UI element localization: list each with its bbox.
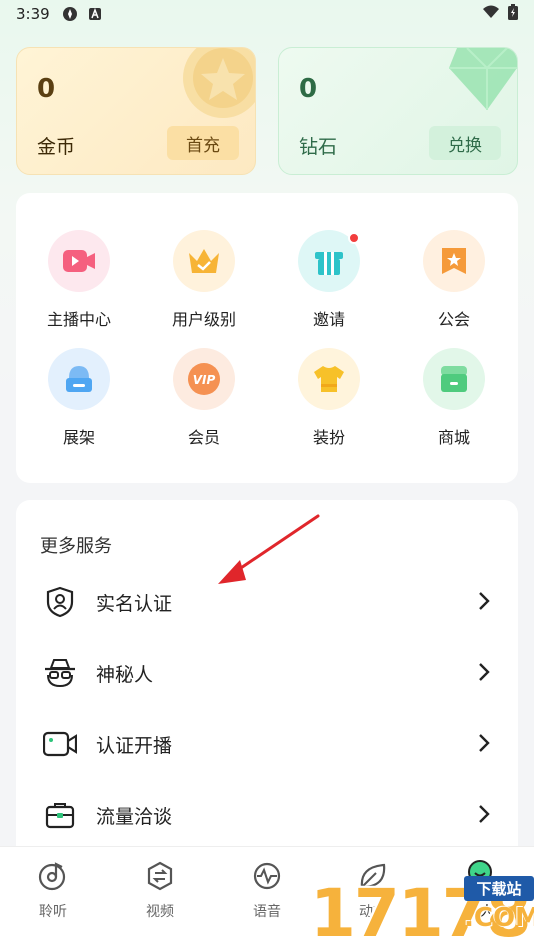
tshirt-icon: [298, 348, 360, 410]
video-switch-icon: [143, 859, 177, 893]
feature-label: 会员: [187, 428, 220, 447]
music-disc-icon: [36, 859, 70, 893]
leaf-icon: [356, 859, 390, 893]
service-label: 实名认证: [96, 592, 173, 615]
service-mystery-person[interactable]: 神秘人: [16, 643, 518, 703]
feature-membership[interactable]: VIP 会员: [149, 348, 259, 448]
service-label: 认证开播: [96, 734, 173, 757]
first-recharge-button[interactable]: 首充: [167, 126, 239, 160]
sync-icon: [62, 6, 78, 22]
gift-icon: [298, 230, 360, 292]
feature-label: 公会: [437, 310, 470, 329]
coins-label: 金币: [37, 136, 76, 158]
vip-icon: VIP: [173, 348, 235, 410]
tab-voice[interactable]: 语音: [227, 859, 307, 921]
more-services-card: 更多服务 实名认证 神秘人 认证开播 流量洽谈: [16, 500, 518, 846]
tab-label: 动态: [359, 904, 387, 920]
exchange-button[interactable]: 兑换: [429, 126, 501, 160]
chevron-right-icon: [479, 663, 490, 681]
status-time: 3:39: [16, 5, 50, 23]
coins-card[interactable]: 0 金币 首充: [16, 47, 256, 175]
app-notification-icon: [88, 7, 102, 21]
chevron-right-icon: [479, 592, 490, 610]
profile-icon: [463, 859, 497, 893]
service-label: 神秘人: [96, 663, 154, 686]
service-label: 流量洽谈: [96, 805, 173, 828]
diamond-decoration-icon: [449, 48, 517, 110]
features-grid: 主播中心 用户级别 邀请 公会 展架 VIP 会员 装扮 商城: [16, 193, 518, 483]
feature-shelf[interactable]: 展架: [24, 348, 134, 448]
battery-icon: [508, 4, 518, 24]
mystery-person-icon: [42, 655, 78, 691]
crown-icon: [173, 230, 235, 292]
feature-label: 商城: [437, 428, 470, 447]
feature-label: 邀请: [312, 310, 345, 329]
chevron-right-icon: [479, 734, 490, 752]
shield-user-icon: [42, 584, 78, 620]
tab-label: 视频: [146, 904, 174, 920]
diamonds-card[interactable]: 0 钻石 兑换: [278, 47, 518, 175]
tab-label: 个人: [466, 904, 494, 920]
tab-video[interactable]: 视频: [120, 859, 200, 921]
notification-dot: [348, 232, 360, 244]
chevron-right-icon: [479, 805, 490, 823]
shelf-icon: [48, 348, 110, 410]
feature-store[interactable]: 商城: [399, 348, 509, 448]
wave-icon: [250, 859, 284, 893]
feature-invite[interactable]: 邀请: [274, 230, 384, 330]
feature-anchor-center[interactable]: 主播中心: [24, 230, 134, 330]
diamonds-amount: 0: [299, 74, 318, 104]
wifi-icon: [482, 5, 500, 23]
service-real-name-verification[interactable]: 实名认证: [16, 572, 518, 632]
bookmark-star-icon: [423, 230, 485, 292]
video-play-icon: [48, 230, 110, 292]
diamonds-label: 钻石: [299, 136, 338, 158]
feature-label: 用户级别: [171, 310, 236, 329]
coins-amount: 0: [37, 74, 56, 104]
status-bar: 3:39: [0, 0, 534, 28]
briefcase-icon: [42, 797, 78, 833]
tab-listen[interactable]: 聆听: [13, 859, 93, 921]
tab-feed[interactable]: 动态: [333, 859, 413, 921]
services-title: 更多服务: [40, 536, 112, 557]
bottom-tab-bar: 聆听 视频 语音 动态 个人: [0, 846, 534, 950]
coin-decoration-icon: [183, 48, 255, 118]
service-verified-streaming[interactable]: 认证开播: [16, 714, 518, 774]
feature-label: 装扮: [312, 428, 345, 447]
feature-label: 主播中心: [46, 310, 111, 329]
tab-label: 语音: [253, 904, 281, 920]
store-icon: [423, 348, 485, 410]
tab-profile[interactable]: 个人: [440, 859, 520, 921]
feature-guild[interactable]: 公会: [399, 230, 509, 330]
feature-dress-up[interactable]: 装扮: [274, 348, 384, 448]
feature-label: 展架: [62, 428, 95, 447]
service-traffic-negotiation[interactable]: 流量洽谈: [16, 785, 518, 845]
tab-label: 聆听: [39, 904, 67, 920]
svg-text:VIP: VIP: [193, 373, 216, 387]
feature-user-level[interactable]: 用户级别: [149, 230, 259, 330]
camera-icon: [42, 726, 78, 762]
